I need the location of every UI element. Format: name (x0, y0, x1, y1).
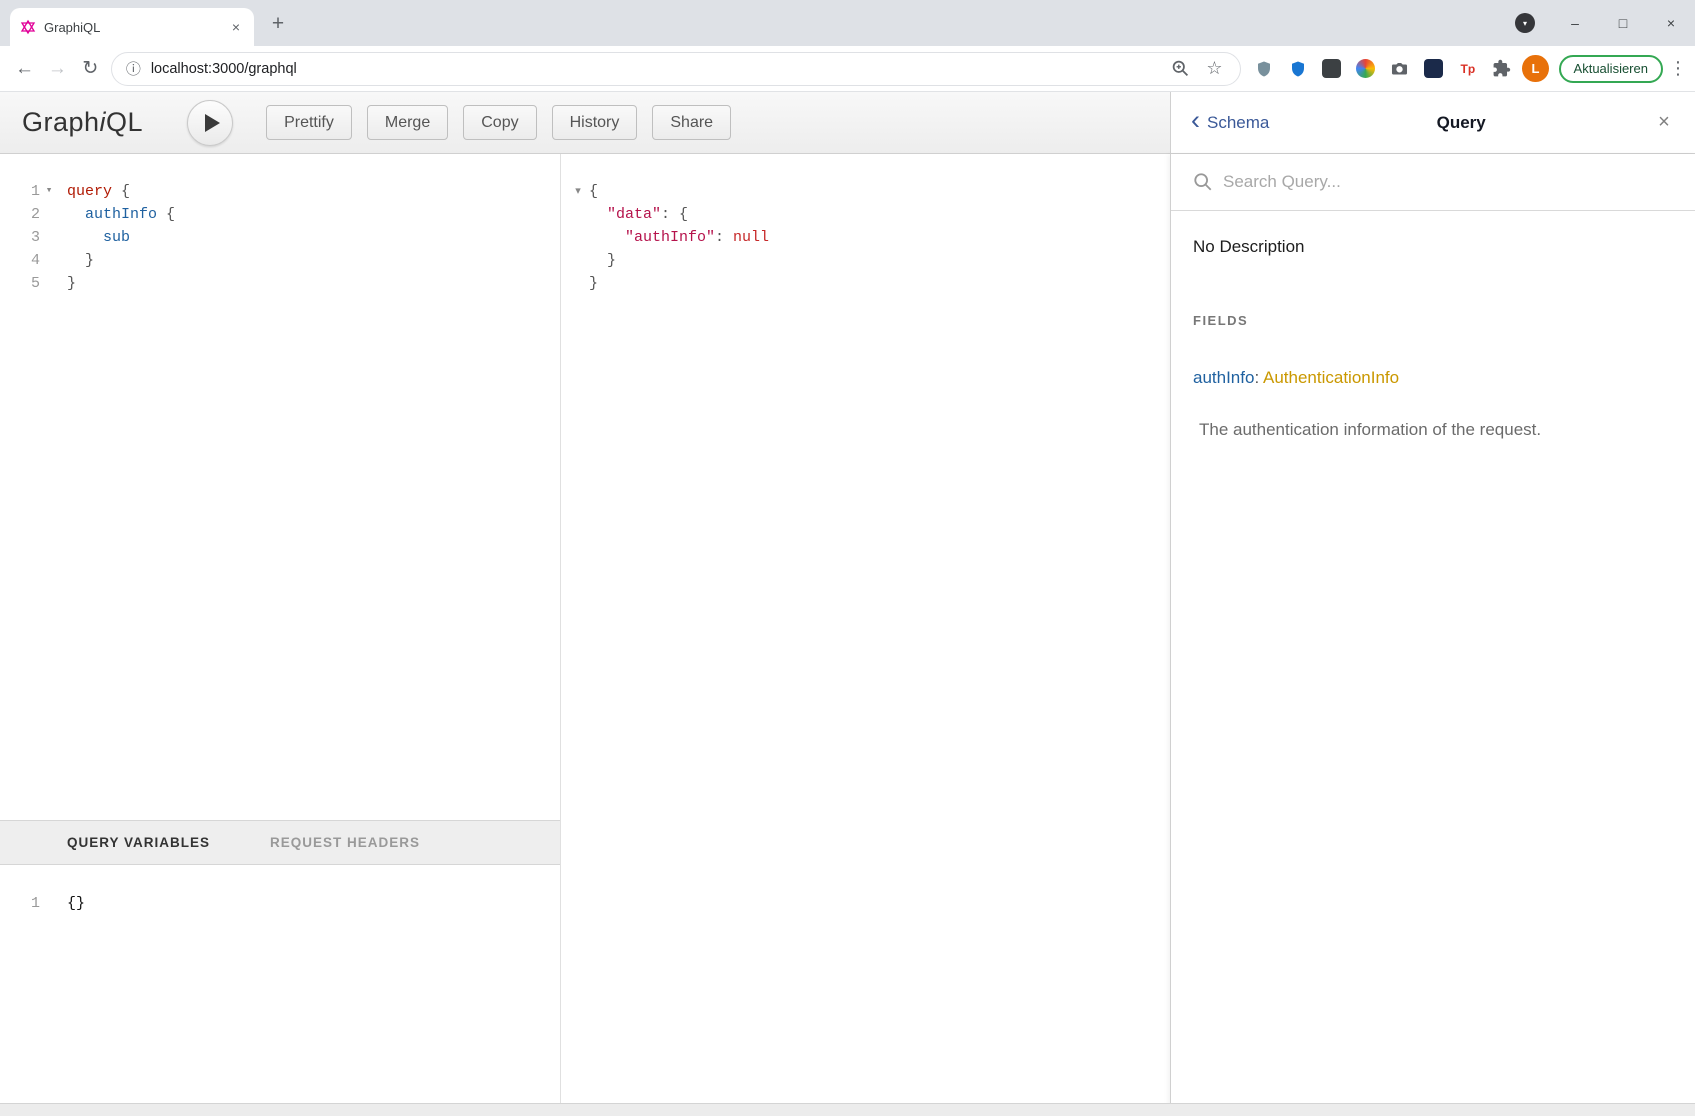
doc-back-label: Schema (1207, 113, 1269, 133)
code-line: } (589, 249, 1166, 272)
copy-button[interactable]: Copy (463, 105, 536, 140)
graphiql-logo: GraphiQL (22, 107, 143, 138)
gutter-row: 4 (0, 249, 62, 272)
field-name-link[interactable]: authInfo (1193, 368, 1254, 387)
browser-toolbar: ← → ↻ ⓘ localhost:3000/graphql ☆ Tp L Ak… (0, 46, 1695, 92)
window-minimize-button[interactable]: – (1551, 0, 1599, 46)
line-number: 1 (0, 180, 40, 203)
extension-shield-gray-icon[interactable] (1251, 56, 1276, 81)
zoom-icon[interactable] (1168, 59, 1192, 78)
url-text: localhost:3000/graphql (151, 61, 1159, 77)
tab-query-variables[interactable]: QUERY VARIABLES (67, 835, 210, 850)
code-line: "authInfo": null (589, 226, 1166, 249)
line-number-gutter: 1 (0, 892, 62, 915)
address-bar[interactable]: ⓘ localhost:3000/graphql ☆ (111, 52, 1242, 86)
code-line: } (67, 272, 556, 295)
doc-field-row: authInfo: AuthenticationInfo (1193, 368, 1673, 388)
window-close-button[interactable]: × (1647, 0, 1695, 46)
doc-title: Query (1269, 113, 1653, 133)
doc-back-link[interactable]: ‹ Schema (1191, 111, 1269, 134)
tab-request-headers[interactable]: REQUEST HEADERS (270, 835, 420, 850)
extension-camera-icon[interactable] (1387, 56, 1412, 81)
share-button[interactable]: Share (652, 105, 731, 140)
browser-tab[interactable]: GraphiQL × (10, 8, 254, 46)
tab-title: GraphiQL (44, 20, 220, 35)
prettify-button[interactable]: Prettify (266, 105, 352, 140)
merge-button[interactable]: Merge (367, 105, 448, 140)
search-icon (1193, 172, 1213, 192)
doc-search-input[interactable] (1223, 172, 1673, 192)
doc-explorer-header: ‹ Schema Query × (1170, 92, 1695, 154)
tab-close-icon[interactable]: × (228, 19, 244, 35)
doc-content: No Description FIELDS authInfo: Authenti… (1171, 211, 1695, 442)
extension-shield-blue-icon[interactable] (1285, 56, 1310, 81)
extension-navy-square-icon[interactable] (1421, 56, 1446, 81)
window-maximize-button[interactable]: □ (1599, 0, 1647, 46)
profile-avatar[interactable]: L (1522, 55, 1548, 82)
forward-icon[interactable]: → (41, 58, 74, 80)
graphql-favicon-icon (20, 19, 36, 35)
code-line: sub (67, 226, 556, 249)
window-controls: ▾ – □ × (1515, 0, 1695, 46)
horizontal-scrollbar[interactable] (0, 1103, 1695, 1116)
line-number: 2 (0, 203, 40, 226)
variables-tab-bar: QUERY VARIABLES REQUEST HEADERS (0, 820, 560, 865)
extensions-puzzle-icon[interactable] (1489, 56, 1514, 81)
doc-search-row (1171, 154, 1695, 211)
history-button[interactable]: History (552, 105, 638, 140)
play-icon (205, 114, 220, 132)
fold-arrow-icon[interactable]: ▾ (40, 180, 58, 203)
doc-close-icon[interactable]: × (1653, 111, 1675, 134)
result-viewer[interactable]: ▾ { "data": { "authInfo": null } } (561, 154, 1170, 1103)
line-number: 3 (0, 226, 40, 249)
code-line: { (589, 180, 1166, 203)
code-line: {} (67, 892, 85, 915)
field-type-link[interactable]: AuthenticationInfo (1263, 368, 1399, 387)
browser-status-icon[interactable]: ▾ (1515, 13, 1535, 33)
graphiql-header: GraphiQL Prettify Merge Copy History Sha… (0, 92, 1170, 154)
doc-no-description: No Description (1193, 237, 1673, 257)
extension-color-wheel-icon[interactable] (1353, 56, 1378, 81)
variables-code: {} (67, 892, 85, 915)
doc-explorer-panel: No Description FIELDS authInfo: Authenti… (1170, 154, 1695, 1116)
code-line: authInfo { (67, 203, 556, 226)
new-tab-button[interactable]: + (264, 10, 292, 38)
code-line: } (589, 272, 1166, 295)
code-line: query { (67, 180, 556, 203)
gutter-row: 1▾ (0, 180, 62, 203)
code-line: } (67, 249, 556, 272)
update-button[interactable]: Aktualisieren (1559, 55, 1663, 83)
line-number: 4 (0, 249, 40, 272)
reload-icon[interactable]: ↻ (74, 57, 107, 80)
gutter-row: 2 (0, 203, 62, 226)
browser-menu-icon[interactable]: ⋮ (1669, 58, 1687, 79)
browser-tab-strip: GraphiQL × + ▾ – □ × (0, 0, 1695, 46)
extensions-area: Tp (1251, 56, 1514, 81)
fold-arrow-icon[interactable]: ▾ (569, 180, 587, 203)
bookmark-star-icon[interactable]: ☆ (1202, 58, 1226, 79)
gutter-row: 3 (0, 226, 62, 249)
site-info-icon[interactable]: ⓘ (126, 58, 141, 79)
doc-fields-header: FIELDS (1193, 313, 1673, 328)
back-icon[interactable]: ← (8, 58, 41, 80)
gutter-row: 5 (0, 272, 62, 295)
line-number-gutter: 1▾ 2 3 4 5 (0, 180, 62, 295)
code-line: "data": { (589, 203, 1166, 226)
query-code: query { authInfo { sub } } (67, 180, 556, 295)
query-editor[interactable]: 1▾ 2 3 4 5 query { authInfo { sub } } (0, 154, 560, 820)
line-number: 1 (0, 892, 40, 915)
result-code: { "data": { "authInfo": null } } (589, 180, 1166, 295)
gutter-row: 1 (0, 892, 62, 915)
line-number: 5 (0, 272, 40, 295)
chevron-left-icon: ‹ (1191, 107, 1200, 134)
execute-query-button[interactable] (187, 100, 233, 146)
extension-dark-square-icon[interactable] (1319, 56, 1344, 81)
doc-field-description: The authentication information of the re… (1199, 418, 1673, 442)
extension-tp-icon[interactable]: Tp (1455, 56, 1480, 81)
variables-editor[interactable]: 1 {} (0, 866, 560, 1103)
